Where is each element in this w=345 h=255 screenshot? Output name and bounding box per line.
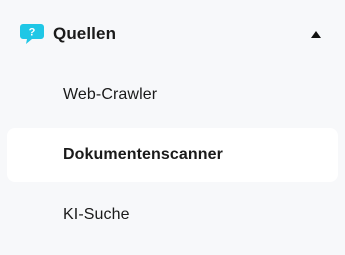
svg-text:?: ? <box>29 27 36 39</box>
question-bubble-icon: ? <box>20 23 44 45</box>
sub-item-label: KI-Suche <box>63 206 130 223</box>
sub-item-ki-suche[interactable]: KI-Suche <box>7 188 338 242</box>
collapse-arrow-icon[interactable] <box>306 24 326 44</box>
sub-item-label: Web-Crawler <box>63 86 158 103</box>
sub-item-web-crawler[interactable]: Web-Crawler <box>7 68 338 122</box>
section-header-quellen[interactable]: ? Quellen <box>0 14 345 54</box>
section-title: Quellen <box>53 24 117 43</box>
sources-nav: ? Quellen Web-Crawler Dokumentenscanner … <box>0 0 345 255</box>
sub-item-dokumentenscanner[interactable]: Dokumentenscanner <box>7 128 338 182</box>
sub-item-label: Dokumentenscanner <box>63 146 223 163</box>
